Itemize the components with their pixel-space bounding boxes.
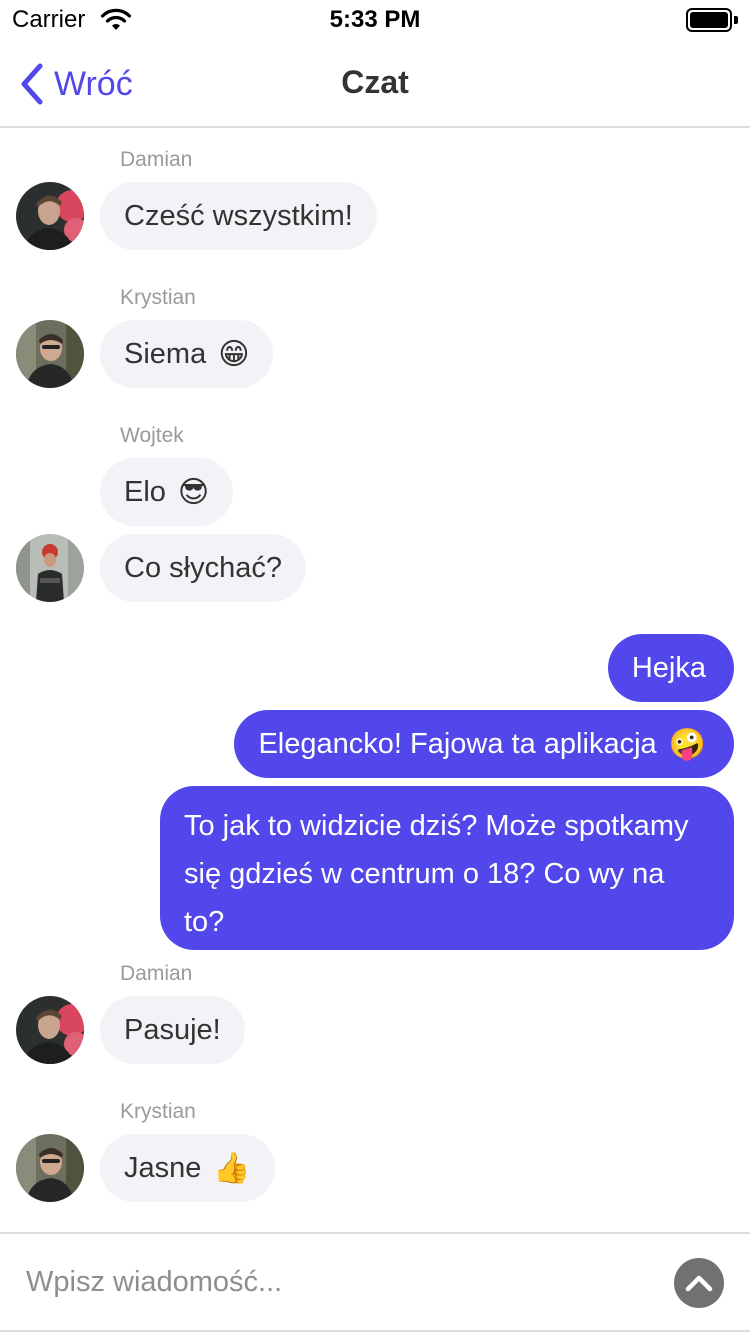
avatar[interactable] [16,534,84,602]
message-text: To jak to widzicie dziś? Może spotkamy s… [184,810,689,938]
message-bubble[interactable]: Elo 😎 [100,458,234,526]
battery-icon [686,8,738,32]
message-text: Pasuje! [124,1013,221,1046]
sender-name: Wojtek [120,424,184,447]
message-text: Co słychać? [124,551,282,584]
status-bar: Carrier 5:33 PM [0,0,750,40]
chevron-up-icon [685,1275,713,1292]
sender-name: Damian [120,962,193,985]
avatar[interactable] [16,1134,84,1202]
avatar[interactable] [16,182,84,250]
message-text: Jasne [124,1151,202,1184]
message-text: Elo [124,475,166,508]
message-text: Elegancko! Fajowa ta aplikacja [258,727,657,760]
message-text: Siema [124,337,207,370]
avatar[interactable] [16,320,84,388]
message-text: Hejka [631,651,706,684]
grinning-face-icon: 😁 [218,336,250,372]
sender-name: Damian [120,148,193,171]
send-button[interactable] [674,1258,724,1308]
message-input[interactable] [26,1252,646,1312]
message-bubble[interactable]: Jasne 👍 [100,1134,275,1202]
message-bubble-outgoing[interactable]: To jak to widzicie dziś? Może spotkamy s… [160,786,734,950]
message-bubble[interactable]: Co słychać? [100,534,306,602]
sunglasses-face-icon: 😎 [177,474,210,510]
message-text: Cześć wszystkim! [124,199,353,232]
sender-name: Krystian [120,1100,196,1123]
navigation-bar: Wróć Czat [0,40,750,128]
message-bubble[interactable]: Cześć wszystkim! [100,182,377,250]
avatar[interactable] [16,996,84,1064]
sender-name: Krystian [120,286,196,309]
message-bubble-outgoing[interactable]: Elegancko! Fajowa ta aplikacja 🤪 [234,710,734,778]
message-bubble[interactable]: Siema 😁 [100,320,274,388]
zany-face-icon: 🤪 [668,726,706,762]
thumbs-up-icon: 👍 [213,1150,251,1186]
status-time: 5:33 PM [329,6,421,33]
page-title: Czat [341,64,409,100]
message-bubble-outgoing[interactable]: Hejka [607,634,734,702]
message-composer [0,1232,750,1332]
message-bubble[interactable]: Pasuje! [100,996,245,1064]
